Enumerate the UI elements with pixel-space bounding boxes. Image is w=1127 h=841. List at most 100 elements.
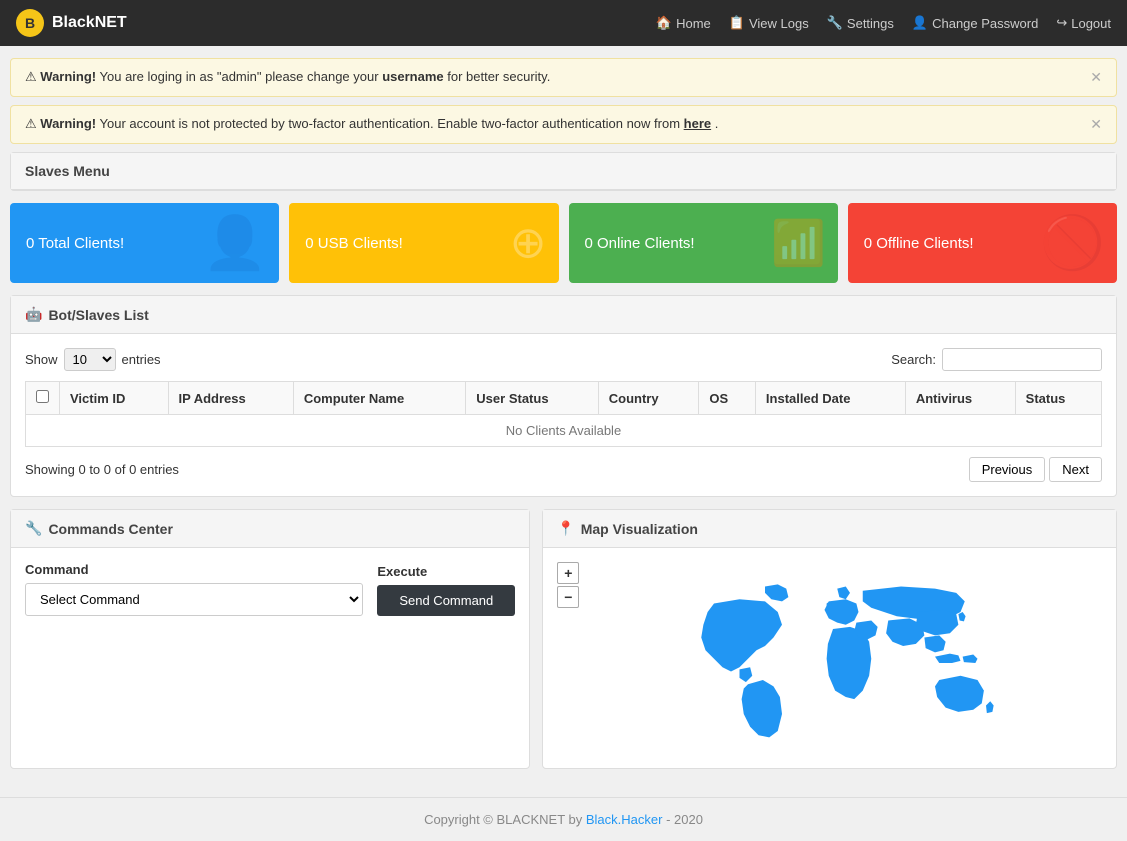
search-label: Search:: [891, 352, 936, 367]
stat-offline-label: 0 Offline Clients!: [864, 235, 974, 252]
table-head: Victim ID IP Address Computer Name User …: [26, 382, 1102, 415]
stats-row: 0 Total Clients! 👤 0 USB Clients! ⊕ 0 On…: [10, 203, 1117, 283]
map-title: Map Visualization: [581, 521, 698, 537]
bot-table: Victim ID IP Address Computer Name User …: [25, 381, 1102, 447]
bot-table-body: Show 10 25 50 100 entries Search:: [11, 334, 1116, 496]
alert1-prefix: Warning!: [40, 69, 96, 84]
col-ip: IP Address: [168, 382, 293, 415]
send-command-button[interactable]: Send Command: [377, 585, 515, 616]
alert2-close[interactable]: ✕: [1090, 116, 1102, 133]
nav-change-password[interactable]: 👤 Change Password: [912, 15, 1038, 31]
entries-label: entries: [122, 352, 161, 367]
col-os: OS: [699, 382, 756, 415]
showing-text: Showing 0 to 0 of 0 entries: [25, 462, 179, 477]
col-antivirus: Antivirus: [905, 382, 1015, 415]
execute-label: Execute: [377, 564, 515, 579]
map-panel: 📍 Map Visualization + −: [542, 509, 1117, 769]
commands-panel: 🔧 Commands Center Command Select Command…: [10, 509, 530, 769]
bot-icon: 🤖: [25, 306, 42, 323]
stat-usb-icon: ⊕: [510, 218, 547, 269]
select-all-checkbox[interactable]: [36, 390, 49, 403]
table-body: No Clients Available: [26, 415, 1102, 447]
next-button[interactable]: Next: [1049, 457, 1102, 482]
nav-logout[interactable]: ↪ Logout: [1056, 15, 1111, 31]
show-select[interactable]: 10 25 50 100: [64, 348, 116, 371]
map-scandinavia: [837, 587, 850, 600]
alert2-suffix: .: [715, 116, 719, 131]
stat-offline-icon: 🚫: [1040, 213, 1105, 274]
prev-button[interactable]: Previous: [969, 457, 1046, 482]
alert2-link[interactable]: here: [684, 116, 711, 131]
map-central-america: [739, 667, 752, 682]
table-footer: Showing 0 to 0 of 0 entries Previous Nex…: [25, 457, 1102, 482]
footer-text: Copyright © BLACKNET by: [424, 812, 586, 827]
nav-links: 🏠 Home 📋 View Logs 🔧 Settings 👤 Change P…: [656, 15, 1111, 31]
col-installed-date: Installed Date: [755, 382, 905, 415]
stat-total-icon: 👤: [203, 213, 268, 274]
stat-online: 0 Online Clients! 📶: [569, 203, 838, 283]
cmd-execute-col: Execute Send Command: [377, 564, 515, 616]
alert2-message: Your account is not protected by two-fac…: [100, 116, 684, 131]
map-greenland: [765, 584, 788, 601]
commands-body: Command Select Command Execute Send Comm…: [11, 548, 529, 630]
navbar: B BlackNET 🏠 Home 📋 View Logs 🔧 Settings…: [0, 0, 1127, 46]
alert2-text: ⚠ Warning! Your account is not protected…: [25, 116, 718, 132]
map-se-asia: [924, 635, 945, 652]
bot-table-panel: 🤖 Bot/Slaves List Show 10 25 50 100 entr…: [10, 295, 1117, 497]
map-indonesia: [935, 654, 961, 663]
map-indonesia2: [962, 655, 977, 664]
map-nz: [986, 701, 994, 713]
alert1-message: You are loging in as "admin" please chan…: [100, 69, 383, 84]
alert1-suffix: for better security.: [447, 69, 550, 84]
alert1-close[interactable]: ✕: [1090, 69, 1102, 86]
col-country: Country: [598, 382, 699, 415]
alert-username: ⚠ Warning! You are loging in as "admin" …: [10, 58, 1117, 97]
col-computer-name: Computer Name: [293, 382, 465, 415]
search-input[interactable]: [942, 348, 1102, 371]
footer-year: - 2020: [666, 812, 703, 827]
nav-home[interactable]: 🏠 Home: [656, 15, 711, 31]
map-south-america: [741, 680, 781, 737]
map-australia: [935, 676, 984, 712]
nav-view-logs[interactable]: 📋 View Logs: [729, 15, 809, 31]
slaves-menu-panel: Slaves Menu: [10, 152, 1117, 191]
zoom-out-button[interactable]: −: [557, 586, 579, 608]
show-label: Show: [25, 352, 58, 367]
brand: B BlackNET: [16, 9, 127, 37]
commands-header: 🔧 Commands Center: [11, 510, 529, 548]
map-header: 📍 Map Visualization: [543, 510, 1116, 548]
stat-usb-label: 0 USB Clients!: [305, 235, 403, 252]
col-user-status: User Status: [466, 382, 598, 415]
col-check: [26, 382, 60, 415]
empty-message: No Clients Available: [26, 415, 1102, 447]
map-north-america: [701, 599, 782, 671]
stat-total: 0 Total Clients! 👤: [10, 203, 279, 283]
alert2-prefix: Warning!: [40, 116, 96, 131]
stat-total-label: 0 Total Clients!: [26, 235, 124, 252]
slaves-menu-header: Slaves Menu: [11, 153, 1116, 190]
command-label: Command: [25, 562, 363, 577]
commands-title: Commands Center: [48, 521, 172, 537]
slaves-menu-label: Slaves Menu: [25, 163, 110, 179]
alert-2fa: ⚠ Warning! Your account is not protected…: [10, 105, 1117, 144]
stat-offline: 0 Offline Clients! 🚫: [848, 203, 1117, 283]
show-entries: Show 10 25 50 100 entries: [25, 348, 161, 371]
map-body: + −: [543, 548, 1116, 768]
pin-icon: 📍: [557, 520, 574, 537]
nav-settings[interactable]: 🔧 Settings: [827, 15, 894, 31]
bot-table-header: 🤖 Bot/Slaves List: [11, 296, 1116, 334]
wrench-icon: 🔧: [25, 520, 42, 537]
map-japan: [958, 612, 965, 621]
search-area: Search:: [891, 348, 1102, 371]
empty-row: No Clients Available: [26, 415, 1102, 447]
bot-table-title: Bot/Slaves List: [48, 307, 148, 323]
col-status: Status: [1015, 382, 1101, 415]
cmd-grid: Command Select Command Execute Send Comm…: [25, 562, 515, 616]
footer-link[interactable]: Black.Hacker: [586, 812, 663, 827]
command-select[interactable]: Select Command: [25, 583, 363, 616]
table-controls: Show 10 25 50 100 entries Search:: [25, 348, 1102, 371]
brand-name: BlackNET: [52, 14, 127, 32]
alert-username-text: ⚠ Warning! You are loging in as "admin" …: [25, 69, 550, 85]
map-zoom-controls: + −: [557, 562, 579, 608]
zoom-in-button[interactable]: +: [557, 562, 579, 584]
